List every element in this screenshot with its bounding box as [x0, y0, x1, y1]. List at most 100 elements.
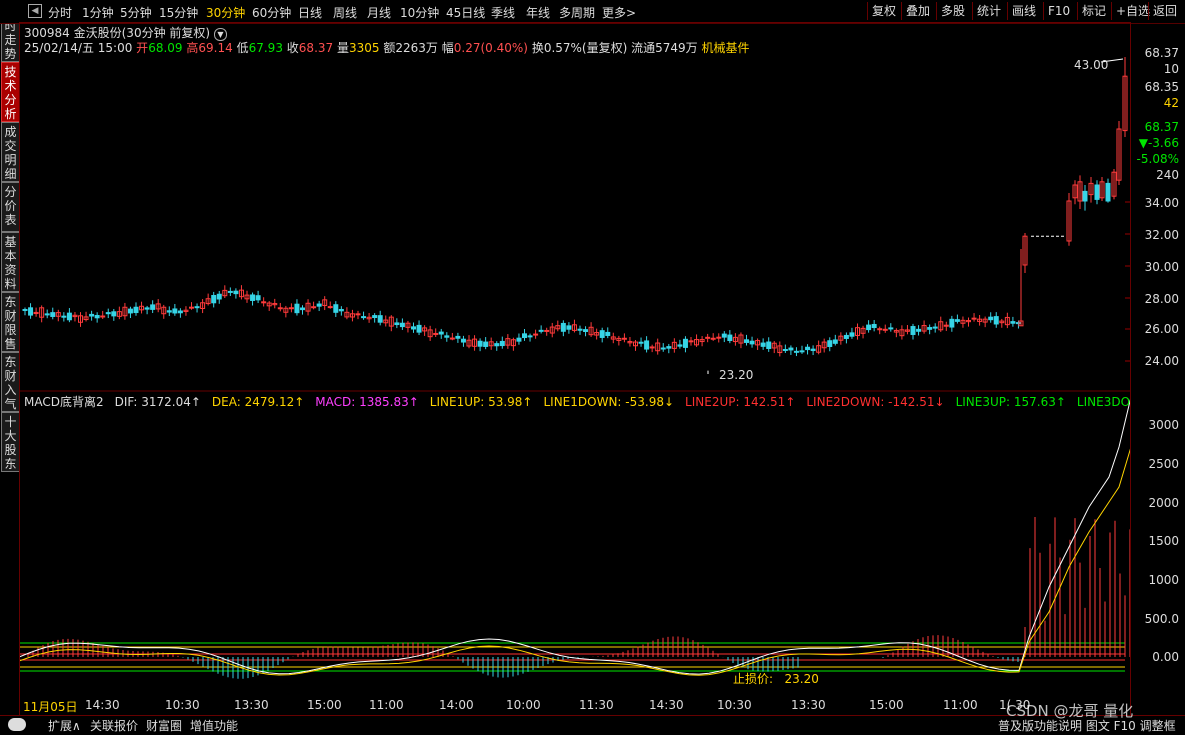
candle-body [66, 312, 72, 321]
macd-legend-item: LINE3UP: 157.63↑ [955, 395, 1066, 409]
candle-body [916, 328, 922, 332]
period-15min[interactable]: 15分钟 [159, 4, 198, 21]
period-month[interactable]: 月线 [367, 4, 391, 21]
candle-body [805, 346, 811, 351]
candle-body [660, 347, 666, 350]
multi-stock-button[interactable]: 多股 [936, 2, 969, 20]
macd-legend: MACD底背离2 DIF: 3172.04↑ DEA: 2479.12↑ MACD: … [24, 393, 1130, 409]
candle-body [111, 311, 117, 317]
period-5min[interactable]: 5分钟 [120, 4, 152, 21]
candle-body [233, 290, 239, 295]
period-1min[interactable]: 1分钟 [82, 4, 114, 21]
period-60min[interactable]: 60分钟 [252, 4, 291, 21]
candle-body [810, 348, 816, 352]
period-10min[interactable]: 10分钟 [400, 4, 439, 21]
candle-body [1015, 322, 1021, 325]
tab-trade-detail[interactable]: 成交明细 [1, 122, 20, 182]
candle-body [749, 340, 755, 345]
kline-chart[interactable] [19, 22, 1131, 716]
candle-body [250, 294, 256, 301]
period-day[interactable]: 日线 [298, 4, 322, 21]
candle-body [1082, 190, 1088, 202]
candle-body [144, 307, 150, 310]
candle-body [394, 322, 400, 326]
candle-body [316, 303, 322, 307]
period-more[interactable]: 更多> [602, 4, 636, 21]
candle-body [438, 331, 444, 335]
price-tick: 34.00 [1144, 196, 1179, 210]
left-tab-strip: 分时走势 技术分析 成交明细 分价表 基本资料 东财限售 东财入气 十大股东 [0, 0, 20, 716]
tab-restricted[interactable]: 东财限售 [1, 292, 20, 352]
panel-value: 42 [1163, 96, 1179, 110]
candle-body [649, 346, 655, 349]
candle-body [61, 315, 67, 318]
value-added-tab[interactable]: 增值功能 [190, 717, 238, 734]
candle-body [50, 312, 56, 317]
period-45day[interactable]: 45日线 [446, 4, 485, 21]
toggle-switch[interactable] [8, 718, 26, 731]
period-timeshare[interactable]: 分时 [48, 4, 72, 21]
candle-body [177, 310, 183, 314]
tab-price-table[interactable]: 分价表 [1, 182, 20, 232]
candle-body [300, 307, 305, 311]
tab-popularity[interactable]: 东财入气 [1, 352, 20, 412]
time-axis-label: 11:30 [579, 698, 614, 712]
panel-close: 68.37 [1144, 120, 1179, 134]
candle-body [444, 335, 450, 338]
candle-body [727, 334, 733, 342]
candle-body [866, 324, 872, 331]
mark-button[interactable]: 标记 [1077, 2, 1110, 20]
candle-body [760, 342, 766, 347]
candle-body [682, 338, 688, 348]
related-quotes-tab[interactable]: 关联报价 [90, 717, 138, 734]
back-button[interactable]: 返回 [1148, 2, 1181, 20]
adjust-button[interactable]: 复权 [867, 2, 900, 20]
candle-body [710, 337, 716, 340]
tab-basic-info[interactable]: 基本资料 [1, 232, 20, 292]
macd-legend-item: LINE2DOWN: -142.51↓ [806, 395, 945, 409]
candle-body [460, 338, 466, 343]
candle-body [832, 339, 838, 344]
candle-body [766, 341, 772, 349]
candle-body [483, 341, 489, 347]
expand-button[interactable]: 扩展∧ [48, 717, 81, 734]
candle-body [261, 301, 267, 304]
candle-body [127, 308, 133, 314]
candle-body [793, 350, 799, 353]
candle-body [227, 290, 233, 293]
stats-button[interactable]: 统计 [972, 2, 1005, 20]
draw-button[interactable]: 画线 [1007, 2, 1040, 20]
candle-body [294, 303, 300, 314]
collapse-icon[interactable]: ◀ [28, 4, 42, 18]
wealth-circle-tab[interactable]: 财富圈 [146, 717, 182, 734]
period-quarter[interactable]: 季线 [491, 4, 515, 21]
candle-body [1105, 182, 1111, 202]
period-week[interactable]: 周线 [333, 4, 357, 21]
candle-body [910, 326, 916, 335]
time-axis-label: 13:30 [791, 698, 826, 712]
macd-legend-item: MACD底背离2 [24, 395, 104, 409]
period-toolbar: ◀ 分时 1分钟 5分钟 15分钟 30分钟 60分钟 日线 周线 月线 10分… [0, 0, 1185, 24]
time-axis-label: 11月05日 [23, 700, 78, 714]
candle-body [644, 340, 650, 350]
f10-button[interactable]: F10 [1043, 2, 1074, 20]
period-year[interactable]: 年线 [526, 4, 550, 21]
tab-technical[interactable]: 技术分析 [1, 62, 20, 122]
candle-body [89, 313, 95, 317]
period-30min[interactable]: 30分钟 [206, 4, 245, 21]
dea-line [19, 446, 1131, 676]
candle-body [22, 308, 28, 311]
candle-body [932, 326, 938, 329]
period-multi[interactable]: 多周期 [559, 4, 595, 21]
tab-top-holders[interactable]: 十大股东 [1, 412, 20, 472]
panel-price2: 68.35 [1144, 80, 1179, 94]
time-axis-label: 11:00 [369, 698, 404, 712]
candle-body [416, 324, 422, 333]
time-axis-label: 14:30 [649, 698, 684, 712]
price-tick: 32.00 [1144, 228, 1179, 242]
overlay-button[interactable]: 叠加 [901, 2, 934, 20]
candle-body [361, 316, 367, 319]
candle-body [882, 328, 888, 331]
candle-body [566, 325, 572, 330]
candle-body [94, 315, 100, 319]
